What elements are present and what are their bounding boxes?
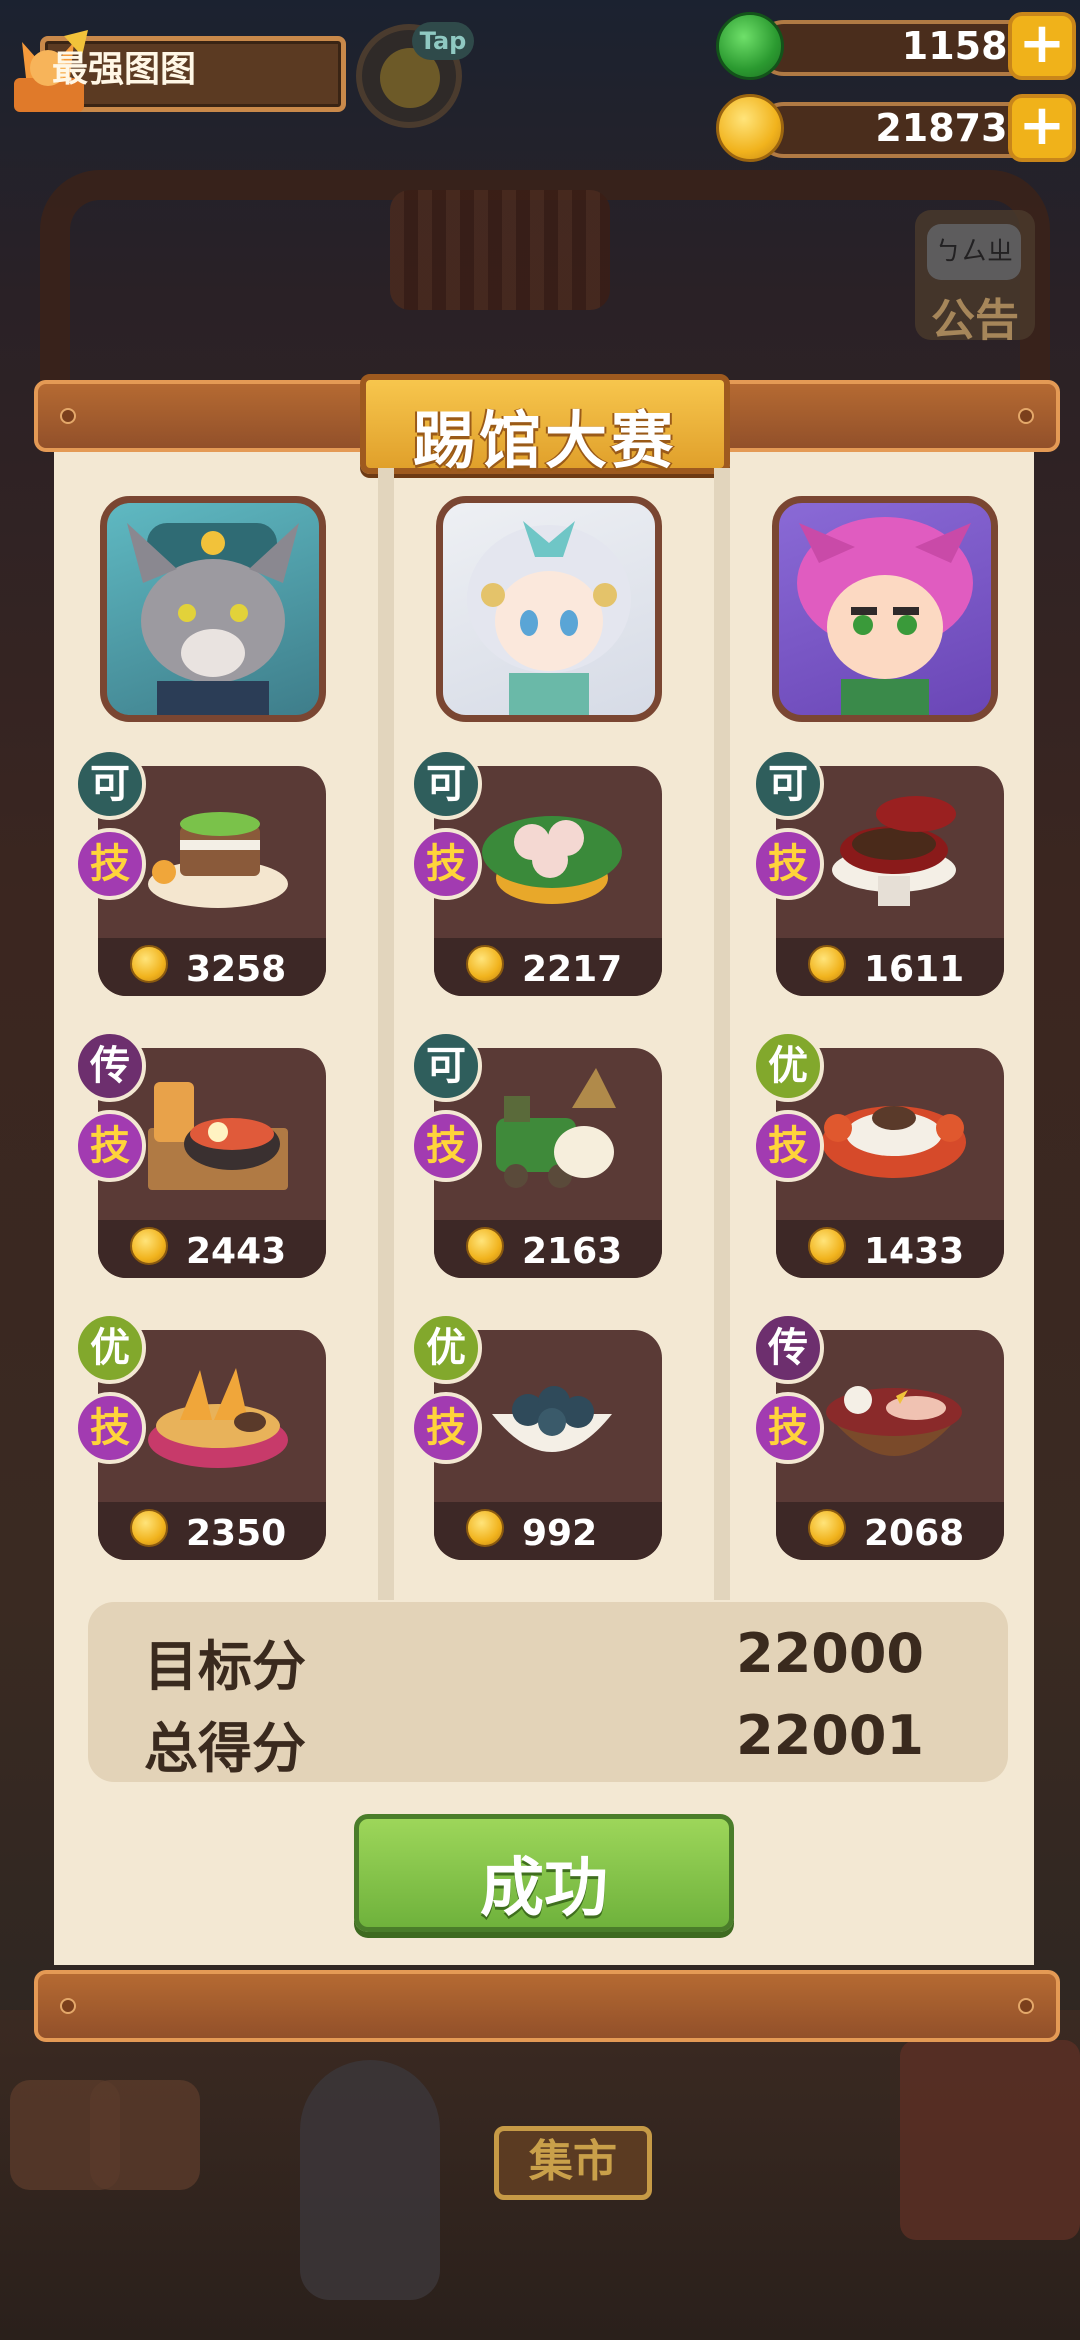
- coin-icon: [808, 1227, 846, 1265]
- crayfish-plate-icon: [822, 1106, 966, 1178]
- tempura-bowl-icon: [148, 1368, 288, 1468]
- jade-icon: [716, 12, 784, 80]
- target-score-label: 目标分: [144, 1635, 306, 1698]
- nail-icon: [1018, 408, 1034, 424]
- grade-badge: 优: [752, 1030, 824, 1102]
- coin-icon: [130, 945, 168, 983]
- grade-badge: 可: [410, 748, 482, 820]
- dish-price: 1433: [864, 1231, 965, 1272]
- dish-price: 1611: [864, 949, 965, 990]
- coin-icon: [808, 1509, 846, 1547]
- player-name: 最强图图: [52, 49, 197, 90]
- dish-price: 2350: [186, 1513, 287, 1554]
- notice-bubble: ㄅㄙㄓ: [927, 224, 1021, 280]
- opponent-avatar-wolf[interactable]: [100, 496, 326, 722]
- chocolate-box-icon: [832, 796, 956, 906]
- skill-badge: 技: [752, 1110, 824, 1182]
- dish-price: 992: [522, 1513, 598, 1554]
- grade-badge: 可: [410, 1030, 482, 1102]
- column-divider: [714, 468, 730, 1600]
- grade-badge: 传: [752, 1312, 824, 1384]
- total-score-value: 22001: [736, 1704, 924, 1767]
- layered-cake-icon: [148, 812, 288, 908]
- column-divider: [378, 468, 394, 1600]
- dish-price: 2163: [522, 1231, 623, 1272]
- noodle-set-icon: [148, 1082, 288, 1190]
- shrimp-dumplings-icon: [482, 816, 622, 904]
- duck-character[interactable]: [300, 2060, 440, 2300]
- white-hair-girl-icon: [467, 521, 631, 715]
- market-sign[interactable]: 集市: [494, 2126, 652, 2200]
- nail-icon: [1018, 1998, 1034, 2014]
- add-jade-button[interactable]: +: [1008, 12, 1076, 80]
- title-plate: 踢馆大赛: [360, 374, 730, 477]
- dish-card[interactable]: 1433 优 技: [752, 1030, 1004, 1278]
- player-badge[interactable]: 最强图图: [4, 30, 346, 116]
- nail-icon: [60, 408, 76, 424]
- hotpot-icon: [826, 1380, 962, 1456]
- skill-badge: 技: [74, 1110, 146, 1182]
- coin-icon: [130, 1227, 168, 1265]
- dish-card[interactable]: 2350 优 技: [74, 1312, 326, 1560]
- nail-icon: [60, 1998, 76, 2014]
- skill-badge: 技: [752, 828, 824, 900]
- dish-card[interactable]: 992 优 技: [410, 1312, 662, 1560]
- dish-price: 2217: [522, 949, 623, 990]
- fruit-stall: [900, 2040, 1080, 2240]
- notice-board[interactable]: ㄅㄙㄓ 公告: [915, 210, 1035, 346]
- coin-icon: [808, 945, 846, 983]
- dish-price: 3258: [186, 949, 287, 990]
- skill-badge: 技: [752, 1392, 824, 1464]
- grade-badge: 优: [74, 1312, 146, 1384]
- train-snack-icon: [496, 1068, 616, 1188]
- grade-badge: 可: [74, 748, 146, 820]
- jade-counter: 11586 +: [716, 12, 1076, 80]
- skill-badge: 技: [74, 828, 146, 900]
- total-score-label: 总得分: [144, 1717, 306, 1780]
- score-summary: 目标分 22000 总得分 22001: [88, 1602, 1008, 1782]
- success-button-label: 成功: [480, 1852, 608, 1926]
- wolf-officer-icon: [127, 523, 299, 715]
- success-button[interactable]: 成功: [354, 1814, 734, 1932]
- coin-icon: [466, 945, 504, 983]
- skill-badge: 技: [410, 1392, 482, 1464]
- background-rope: [390, 190, 610, 310]
- food-stall: [90, 2080, 200, 2190]
- dish-card[interactable]: 3258 可 技: [74, 748, 326, 996]
- dish-card[interactable]: 1611 可 技: [752, 748, 1004, 996]
- grade-badge: 传: [74, 1030, 146, 1102]
- dialog-bottom-rail: [34, 1970, 1060, 2042]
- century-eggs-icon: [492, 1386, 612, 1452]
- target-score-value: 22000: [736, 1622, 924, 1685]
- add-coins-button[interactable]: +: [1008, 94, 1076, 162]
- dish-price: 2068: [864, 1513, 965, 1554]
- dish-card[interactable]: 2217 可 技: [410, 748, 662, 996]
- coin-icon: [716, 94, 784, 162]
- coin-icon: [466, 1509, 504, 1547]
- coin-counter: 218739 +: [716, 94, 1076, 162]
- dialog-title: 踢馆大赛: [412, 404, 677, 477]
- skill-badge: 技: [410, 828, 482, 900]
- grade-badge: 可: [752, 748, 824, 820]
- skill-badge: 技: [74, 1392, 146, 1464]
- pink-hair-boy-icon: [797, 517, 973, 715]
- notice-label: 公告: [931, 295, 1019, 346]
- tap-label: Tap: [412, 22, 474, 60]
- dish-card[interactable]: 2068 传 技: [752, 1312, 1004, 1560]
- dish-card[interactable]: 2443 传 技: [74, 1030, 326, 1278]
- coin-icon: [466, 1227, 504, 1265]
- dish-price: 2443: [186, 1231, 287, 1272]
- grade-badge: 优: [410, 1312, 482, 1384]
- opponent-avatar-boy[interactable]: [772, 496, 998, 722]
- coin-icon: [130, 1509, 168, 1547]
- skill-badge: 技: [410, 1110, 482, 1182]
- opponent-avatar-girl[interactable]: [436, 496, 662, 722]
- dish-card[interactable]: 2163 可 技: [410, 1030, 662, 1278]
